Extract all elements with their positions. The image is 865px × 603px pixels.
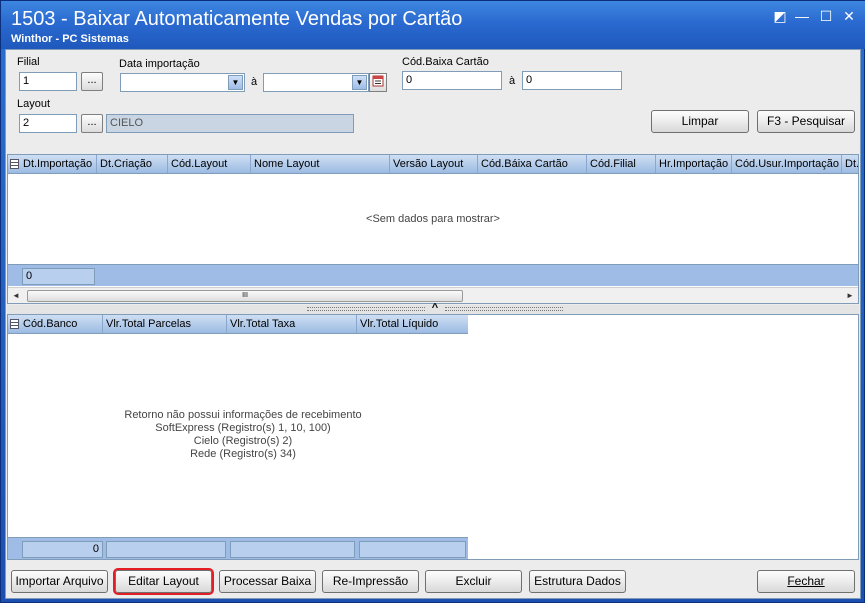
chevron-down-icon[interactable]: ▼ (228, 75, 243, 90)
calendar-icon[interactable] (369, 73, 387, 92)
column-header[interactable]: Cód.Filial (587, 155, 656, 173)
footer-total-taxa (230, 541, 355, 558)
cod-baixa-label: Cód.Baixa Cartão (402, 56, 489, 68)
grid-footer: 0 (8, 264, 858, 286)
message-line: SoftExpress (Registro(s) 1, 10, 100) (155, 422, 331, 434)
limpar-button[interactable]: Limpar (651, 110, 749, 133)
estrutura-dados-button[interactable]: Estrutura Dados (529, 570, 626, 593)
layout-label: Layout (17, 98, 51, 110)
window-subtitle: Winthor - PC Sistemas (11, 33, 129, 45)
restore-icon[interactable]: ◩ (770, 7, 790, 25)
importar-arquivo-button[interactable]: Importar Arquivo (11, 570, 108, 593)
footer-total-parcelas (106, 541, 226, 558)
panel-splitter[interactable]: ^ (7, 302, 859, 314)
client-area: Filial 1 ... Data importação ▼ à ▼ Cód.B… (5, 49, 861, 599)
layout-lookup-button[interactable]: ... (81, 114, 103, 133)
processar-baixa-button[interactable]: Processar Baixa (219, 570, 316, 593)
maximize-icon[interactable]: ☐ (816, 7, 836, 25)
footer-total-liquido (359, 541, 466, 558)
minimize-icon[interactable]: — (792, 7, 812, 25)
grid-header: Dt.Importação Dt.Criação Cód.Layout Nome… (8, 155, 858, 174)
column-header[interactable]: Nome Layout (251, 155, 390, 173)
window-title: 1503 - Baixar Automaticamente Vendas por… (11, 8, 463, 30)
footer-total-banco: 0 (22, 541, 103, 558)
retorno-message: Retorno não possui informações de recebi… (8, 409, 478, 461)
importacoes-grid[interactable]: Dt.Importação Dt.Criação Cód.Layout Nome… (7, 154, 859, 304)
column-chooser-icon[interactable] (10, 319, 19, 329)
column-header[interactable]: Dt.Criação (97, 155, 168, 173)
splitter-grip-left (307, 307, 425, 311)
data-importacao-label: Data importação (119, 58, 200, 70)
column-header[interactable]: Cód.Banco (20, 315, 103, 333)
application-window: 1503 - Baixar Automaticamente Vendas por… (0, 0, 865, 603)
column-header[interactable]: Vlr.Total Parcelas (103, 315, 227, 333)
scroll-thumb[interactable]: III (27, 290, 463, 302)
layout-name-field: CIELO (106, 114, 354, 133)
footer-count: 0 (22, 268, 95, 285)
empty-grid-message: <Sem dados para mostrar> (366, 213, 500, 225)
column-header[interactable]: Versão Layout (390, 155, 478, 173)
scroll-left-icon[interactable]: ◄ (9, 289, 23, 303)
recebimentos-grid[interactable]: Cód.Banco Vlr.Total Parcelas Vlr.Total T… (7, 314, 859, 560)
horizontal-scrollbar[interactable]: ◄ III ► (8, 287, 858, 303)
expand-up-icon[interactable]: ^ (425, 302, 445, 314)
excluir-button[interactable]: Excluir (425, 570, 522, 593)
re-impressao-button[interactable]: Re-Impressão (322, 570, 419, 593)
column-header[interactable]: Hr.Importação (656, 155, 732, 173)
message-line: Rede (Registro(s) 34) (190, 448, 296, 460)
editar-layout-button[interactable]: Editar Layout (113, 568, 214, 595)
cod-baixa-separator: à (509, 75, 516, 87)
filial-label: Filial (17, 56, 40, 68)
message-line: Retorno não possui informações de recebi… (124, 409, 362, 421)
splitter-grip-right (445, 307, 563, 311)
column-header[interactable]: Vlr.Total Líquido (357, 315, 468, 333)
pesquisar-button[interactable]: F3 - Pesquisar (757, 110, 855, 133)
grid-header: Cód.Banco Vlr.Total Parcelas Vlr.Total T… (8, 315, 468, 334)
close-icon[interactable]: ✕ (839, 7, 859, 25)
column-header[interactable]: Vlr.Total Taxa (227, 315, 357, 333)
column-chooser-icon[interactable] (10, 159, 19, 169)
filial-lookup-button[interactable]: ... (81, 72, 103, 91)
cod-baixa-to-input[interactable]: 0 (522, 71, 622, 90)
column-header[interactable]: Dt.Importação (20, 155, 97, 173)
title-bar: 1503 - Baixar Automaticamente Vendas por… (1, 1, 865, 49)
filial-input[interactable]: 1 (19, 72, 77, 91)
column-header[interactable]: Cód.Usur.Importação (732, 155, 842, 173)
scroll-right-icon[interactable]: ► (843, 289, 857, 303)
fechar-button[interactable]: Fechar (757, 570, 855, 593)
date-range-separator: à (251, 76, 258, 88)
layout-input[interactable]: 2 (19, 114, 77, 133)
calendar-glyph (372, 75, 384, 87)
column-header[interactable]: Dt.I (842, 155, 858, 173)
date-to-select[interactable]: ▼ (263, 73, 369, 92)
cod-baixa-from-input[interactable]: 0 (402, 71, 502, 90)
chevron-down-icon[interactable]: ▼ (352, 75, 367, 90)
column-header[interactable]: Cód.Layout (168, 155, 251, 173)
grid-footer: 0 (8, 537, 468, 559)
message-line: Cielo (Registro(s) 2) (193, 435, 293, 447)
date-from-select[interactable]: ▼ (120, 73, 245, 92)
column-header[interactable]: Cód.Báixa Cartão (478, 155, 587, 173)
